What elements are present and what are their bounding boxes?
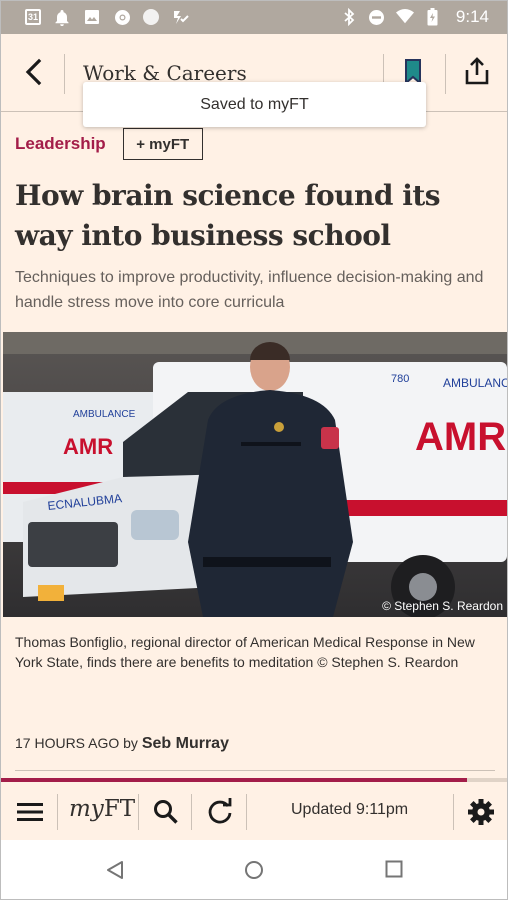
myft-prefix: my <box>69 796 104 822</box>
topic-tag[interactable]: Leadership <box>15 134 106 154</box>
nav-back-icon <box>107 861 123 879</box>
status-time: 9:14 <box>455 7 489 26</box>
image-icon <box>83 8 101 26</box>
svg-text:AMBULANCE: AMBULANCE <box>73 409 136 420</box>
screen: 31 9:14 Work & Careers Saved to myFT Lea… <box>0 0 508 900</box>
divider <box>246 794 247 830</box>
gear-icon <box>468 799 494 825</box>
bluetooth-icon <box>340 8 358 26</box>
svg-text:780: 780 <box>391 373 409 385</box>
svg-text:AMR: AMR <box>63 434 113 459</box>
wifi-icon <box>395 8 414 26</box>
article-standfirst: Techniques to improve productivity, infl… <box>15 269 484 311</box>
circle-icon <box>143 9 159 25</box>
svg-text:AMR: AMR <box>415 415 506 459</box>
article-headline: How brain science found its way into bus… <box>15 179 441 252</box>
refresh-button[interactable] <box>206 798 234 831</box>
system-nav-bar <box>1 840 507 899</box>
share-button[interactable] <box>464 56 490 91</box>
bottom-toolbar: myFT Updated 9:11pm <box>1 782 507 840</box>
ambulance-photo: AMR AMBULANCE AMR AMBULANCE 780 ECNALUBM… <box>3 332 507 617</box>
nav-home-icon <box>245 861 263 879</box>
back-button[interactable] <box>21 58 47 86</box>
back-arrow-icon <box>25 58 42 86</box>
menu-icon <box>17 803 43 821</box>
nav-back-button[interactable] <box>105 860 125 885</box>
calendar-icon: 31 <box>25 9 41 25</box>
divider <box>191 794 192 830</box>
nav-recent-icon <box>385 860 403 878</box>
chrome-icon <box>113 8 131 26</box>
author-link[interactable]: Seb Murray <box>142 735 229 752</box>
myft-suffix: FT <box>103 796 136 822</box>
image-caption: Thomas Bonfiglio, regional director of A… <box>15 634 475 670</box>
saved-toast: Saved to myFT <box>83 82 426 127</box>
check-icon <box>171 8 189 26</box>
updated-timestamp: Updated 9:11pm <box>291 801 409 818</box>
add-to-myft-button[interactable]: + myFT <box>122 128 203 160</box>
divider <box>64 54 65 94</box>
article-image: AMR AMBULANCE AMR AMBULANCE 780 ECNALUBM… <box>3 332 507 617</box>
divider <box>138 794 139 830</box>
byline: 17 HOURS AGO by Seb Murray <box>15 735 229 753</box>
divider <box>445 54 446 94</box>
article-meta-row: Leadership + myFT <box>15 128 203 160</box>
dnd-icon <box>368 8 386 26</box>
myft-button[interactable]: myFT <box>69 796 135 822</box>
bell-icon <box>53 8 71 26</box>
status-bar: 31 9:14 <box>1 1 507 34</box>
settings-button[interactable] <box>468 799 494 830</box>
divider <box>57 794 58 830</box>
svg-text:AMBULANCE: AMBULANCE <box>443 376 507 390</box>
refresh-icon <box>208 798 232 824</box>
battery-icon <box>424 8 442 26</box>
published-time: 17 HOURS AGO by <box>15 735 142 751</box>
image-credit: © Stephen S. Reardon <box>382 599 503 613</box>
nav-recent-button[interactable] <box>385 860 403 883</box>
search-icon <box>154 800 178 824</box>
menu-button[interactable] <box>17 802 43 827</box>
divider <box>453 794 454 830</box>
share-icon <box>465 57 489 85</box>
search-button[interactable] <box>153 799 179 830</box>
nav-home-button[interactable] <box>244 860 264 885</box>
byline-divider <box>15 770 495 771</box>
